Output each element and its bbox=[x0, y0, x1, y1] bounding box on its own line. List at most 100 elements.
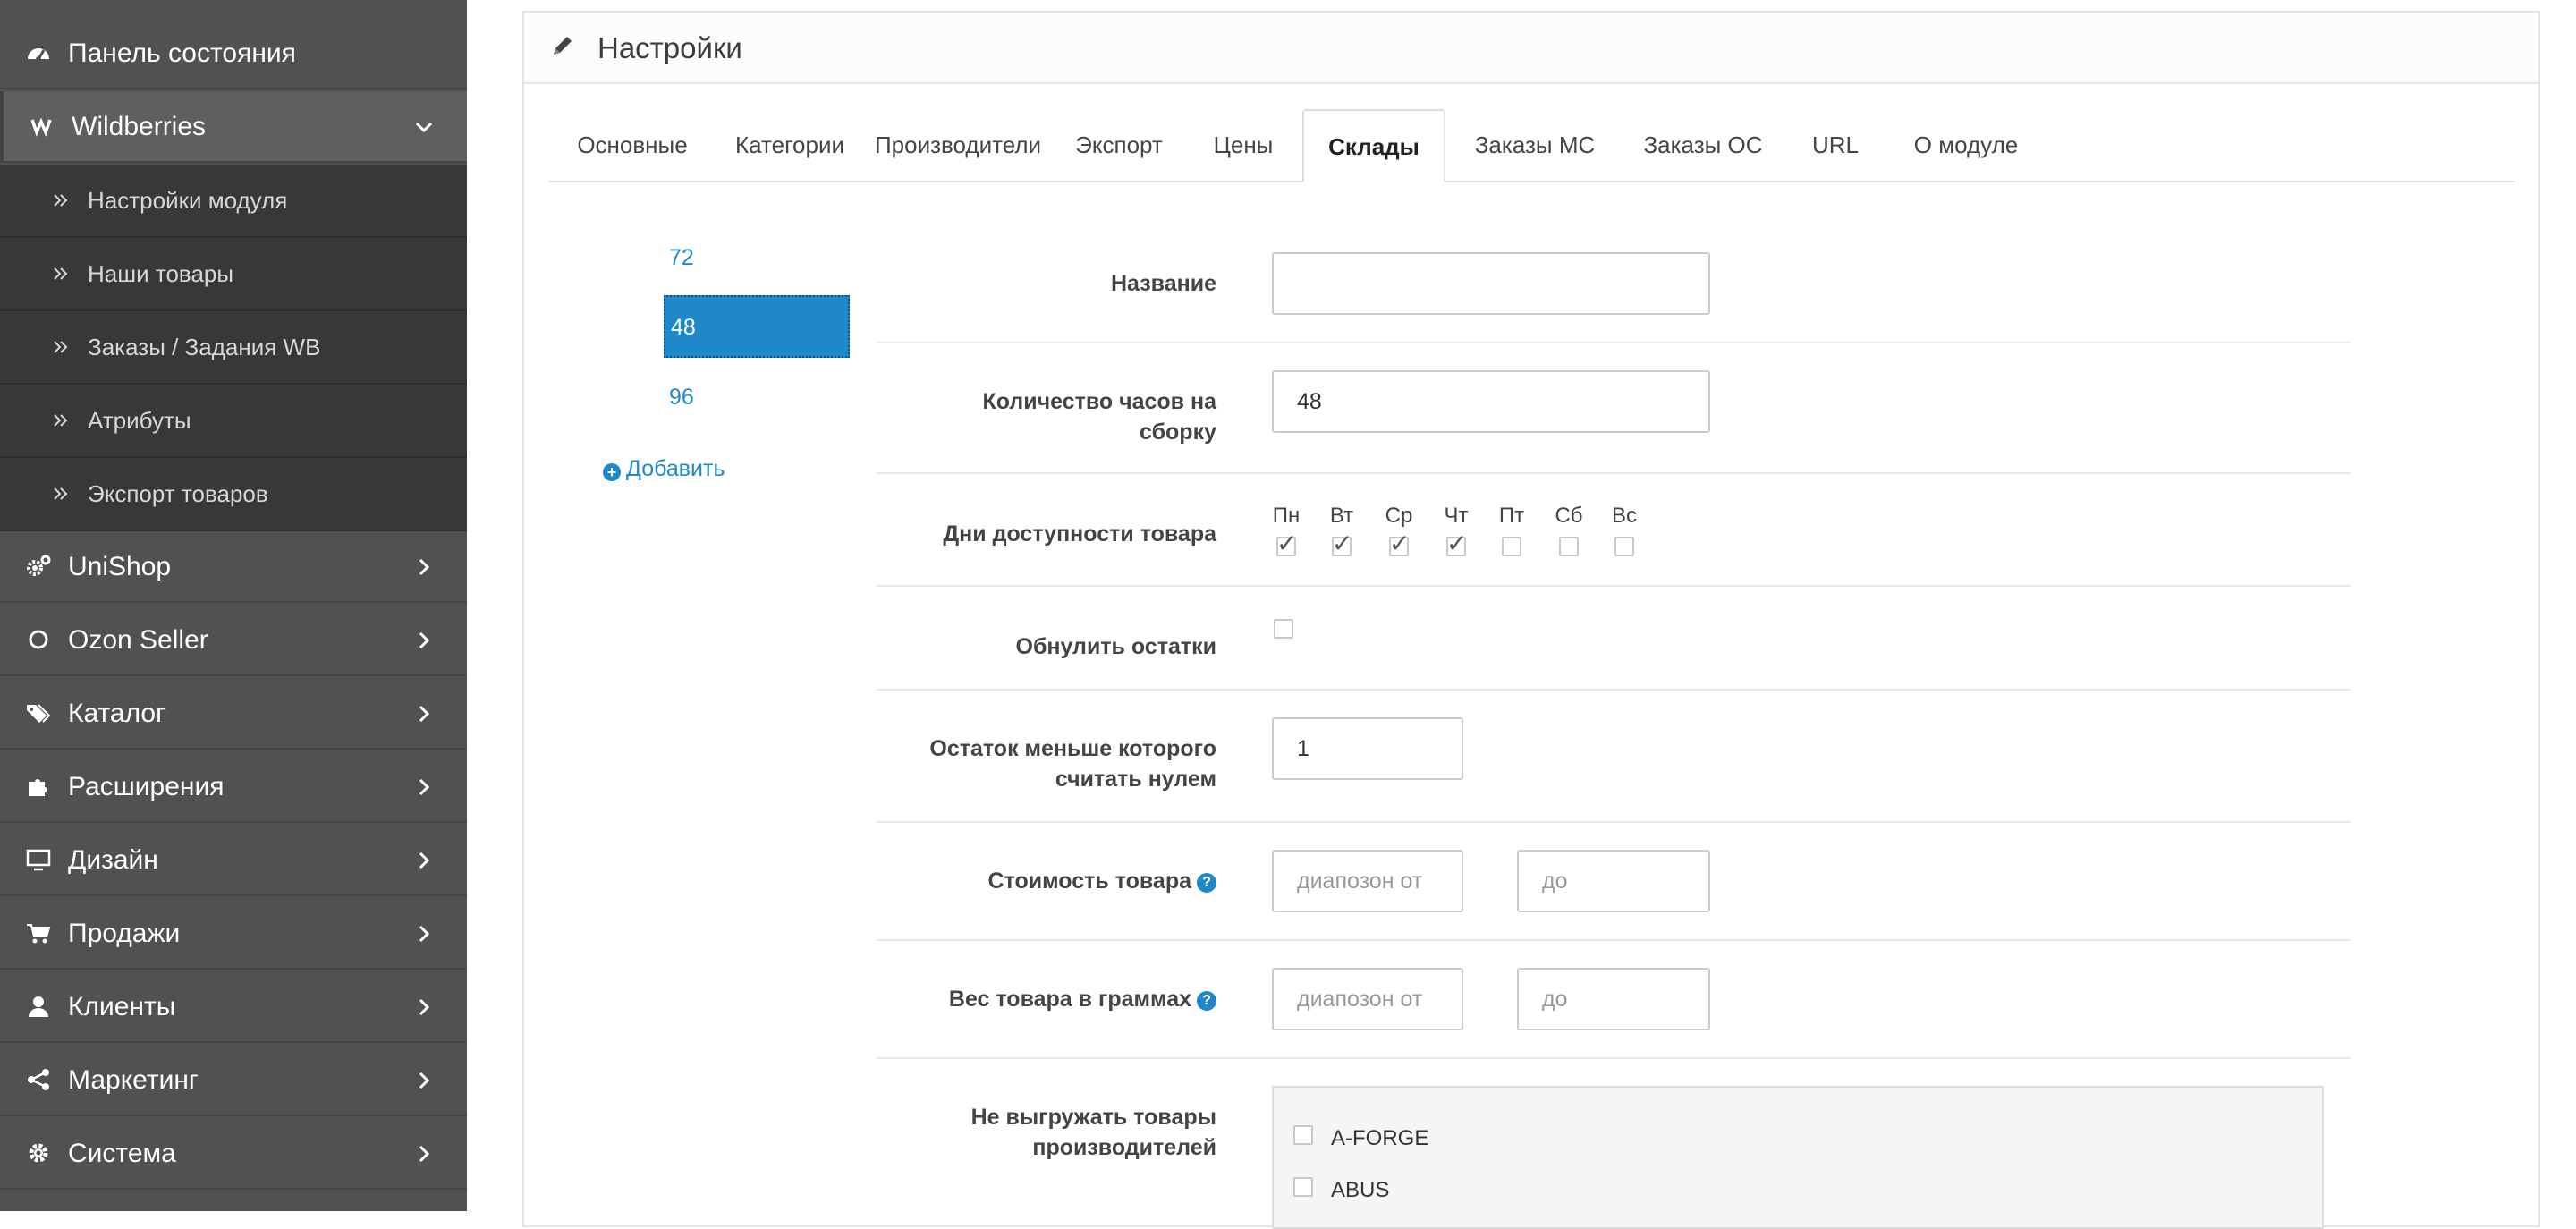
day-label-fri: Пт bbox=[1498, 504, 1525, 528]
submenu-label: Настройки модуля bbox=[88, 187, 288, 214]
checkmark-icon: ✓ bbox=[1389, 530, 1411, 557]
double-chevron-right-icon bbox=[52, 333, 70, 361]
help-icon[interactable]: ? bbox=[1197, 991, 1216, 1011]
puzzle-icon bbox=[23, 771, 54, 801]
help-icon[interactable]: ? bbox=[1197, 873, 1216, 893]
nav-customers[interactable]: Клиенты bbox=[0, 971, 467, 1043]
reset-stock-checkbox[interactable] bbox=[1274, 619, 1293, 639]
tab-bar: Основные Категории Производители Экспорт… bbox=[549, 109, 2515, 182]
tab-general[interactable]: Основные bbox=[549, 109, 716, 181]
chevron-right-icon bbox=[413, 1138, 435, 1170]
manufacturer-checkbox[interactable] bbox=[1293, 1125, 1313, 1145]
submenu-attributes[interactable]: Атрибуты bbox=[0, 385, 467, 458]
submenu-label: Заказы / Задания WB bbox=[88, 334, 321, 360]
double-chevron-right-icon bbox=[52, 259, 70, 288]
day-label-wed: Ср bbox=[1385, 504, 1413, 528]
warehouse-item[interactable]: 96 bbox=[669, 383, 694, 411]
nav-ozon-label: Ozon Seller bbox=[68, 625, 208, 655]
day-checkbox-thu[interactable]: ✓ bbox=[1446, 531, 1467, 556]
day-checkbox-fri[interactable] bbox=[1502, 537, 1521, 556]
days-label: Дни доступности товара bbox=[943, 521, 1216, 547]
warehouse-item-selected[interactable]: 48 bbox=[664, 295, 850, 358]
warehouse-item-label: 48 bbox=[671, 315, 696, 340]
tab-manufacturers[interactable]: Производители bbox=[864, 109, 1052, 181]
wildberries-icon bbox=[27, 111, 57, 141]
divider bbox=[877, 342, 2351, 343]
add-label: Добавить bbox=[626, 456, 725, 481]
hours-label-line1: Количество часов на bbox=[982, 389, 1216, 414]
tab-url[interactable]: URL bbox=[1784, 109, 1887, 181]
checkmark-icon: ✓ bbox=[1276, 530, 1298, 557]
nav-catalog[interactable]: Каталог bbox=[0, 678, 467, 750]
chevron-right-icon bbox=[413, 698, 435, 730]
nav-design[interactable]: Дизайн bbox=[0, 825, 467, 896]
chevron-right-icon bbox=[413, 918, 435, 950]
divider bbox=[877, 1057, 2351, 1059]
checkmark-icon: ✓ bbox=[1446, 530, 1468, 557]
nav-dashboard-label: Панель состояния bbox=[68, 38, 296, 68]
manufacturer-name: A-FORGE bbox=[1331, 1126, 1429, 1150]
tab-export[interactable]: Экспорт bbox=[1052, 109, 1186, 181]
hours-label-line2: сборку bbox=[1140, 420, 1216, 445]
divider bbox=[877, 472, 2351, 474]
day-label-sat: Сб bbox=[1555, 504, 1583, 528]
nav-dashboard[interactable]: Панель состояния bbox=[0, 18, 467, 89]
manufacturer-checkbox[interactable] bbox=[1293, 1177, 1313, 1197]
day-label-thu: Чт bbox=[1444, 504, 1469, 528]
share-icon bbox=[23, 1064, 54, 1095]
divider bbox=[877, 939, 2351, 941]
weight-label: Вес товара в граммах? bbox=[949, 984, 1216, 1014]
nav-marketing[interactable]: Маркетинг bbox=[0, 1045, 467, 1116]
day-checkbox-sat[interactable] bbox=[1559, 537, 1579, 556]
nav-unishop[interactable]: UniShop bbox=[0, 531, 467, 603]
name-input[interactable] bbox=[1272, 252, 1710, 315]
submenu-orders[interactable]: Заказы / Задания WB bbox=[0, 311, 467, 385]
day-checkbox-tue[interactable]: ✓ bbox=[1332, 531, 1352, 556]
double-chevron-right-icon bbox=[52, 479, 70, 508]
tab-prices[interactable]: Цены bbox=[1186, 109, 1301, 181]
nav-marketing-label: Маркетинг bbox=[68, 1065, 199, 1095]
day-checkbox-mon[interactable]: ✓ bbox=[1276, 531, 1297, 556]
tab-orders-ms[interactable]: Заказы МС bbox=[1447, 109, 1623, 181]
weight-to-input[interactable] bbox=[1517, 968, 1710, 1030]
tab-about[interactable]: О модуле bbox=[1887, 109, 2045, 181]
chevron-right-icon bbox=[413, 771, 435, 803]
weight-from-input[interactable] bbox=[1272, 968, 1463, 1030]
double-chevron-right-icon bbox=[52, 186, 70, 215]
hours-input[interactable] bbox=[1272, 370, 1710, 433]
dashboard-icon bbox=[23, 38, 54, 68]
submenu-module-settings[interactable]: Настройки модуля bbox=[0, 165, 467, 238]
gears-icon bbox=[23, 551, 54, 581]
nav-system[interactable]: Система bbox=[0, 1118, 467, 1190]
divider bbox=[877, 821, 2351, 823]
tab-categories[interactable]: Категории bbox=[716, 109, 864, 181]
price-from-input[interactable] bbox=[1272, 850, 1463, 912]
day-label-sun: Вс bbox=[1611, 504, 1637, 528]
divider bbox=[877, 689, 2351, 691]
chevron-right-icon bbox=[413, 551, 435, 583]
circle-icon bbox=[23, 624, 54, 655]
tab-orders-os[interactable]: Заказы ОС bbox=[1623, 109, 1784, 181]
submenu-our-products[interactable]: Наши товары bbox=[0, 238, 467, 311]
chevron-right-icon bbox=[413, 1064, 435, 1097]
nav-sales[interactable]: Продажи bbox=[0, 898, 467, 970]
submenu-export-products[interactable]: Экспорт товаров bbox=[0, 458, 467, 531]
pencil-icon bbox=[549, 32, 576, 59]
cog-icon bbox=[23, 1138, 54, 1168]
threshold-label-line2: считать нулем bbox=[1055, 767, 1216, 792]
manufacturers-list: A-FORGE ABUS bbox=[1272, 1086, 2324, 1229]
warehouse-item[interactable]: 72 bbox=[669, 243, 694, 272]
tab-warehouses[interactable]: Склады bbox=[1302, 109, 1445, 182]
nav-ozon-seller[interactable]: Ozon Seller bbox=[0, 605, 467, 676]
threshold-input[interactable] bbox=[1272, 717, 1463, 780]
nav-design-label: Дизайн bbox=[68, 845, 158, 875]
divider bbox=[877, 585, 2351, 587]
nav-wildberries[interactable]: Wildberries bbox=[0, 91, 467, 163]
add-warehouse-link[interactable]: + Добавить bbox=[603, 454, 725, 483]
price-to-input[interactable] bbox=[1517, 850, 1710, 912]
day-checkbox-sun[interactable] bbox=[1614, 537, 1634, 556]
day-checkbox-wed[interactable]: ✓ bbox=[1389, 531, 1410, 556]
nav-extensions[interactable]: Расширения bbox=[0, 751, 467, 823]
checkmark-icon: ✓ bbox=[1332, 530, 1353, 557]
settings-panel: Настройки bbox=[522, 11, 2540, 1227]
